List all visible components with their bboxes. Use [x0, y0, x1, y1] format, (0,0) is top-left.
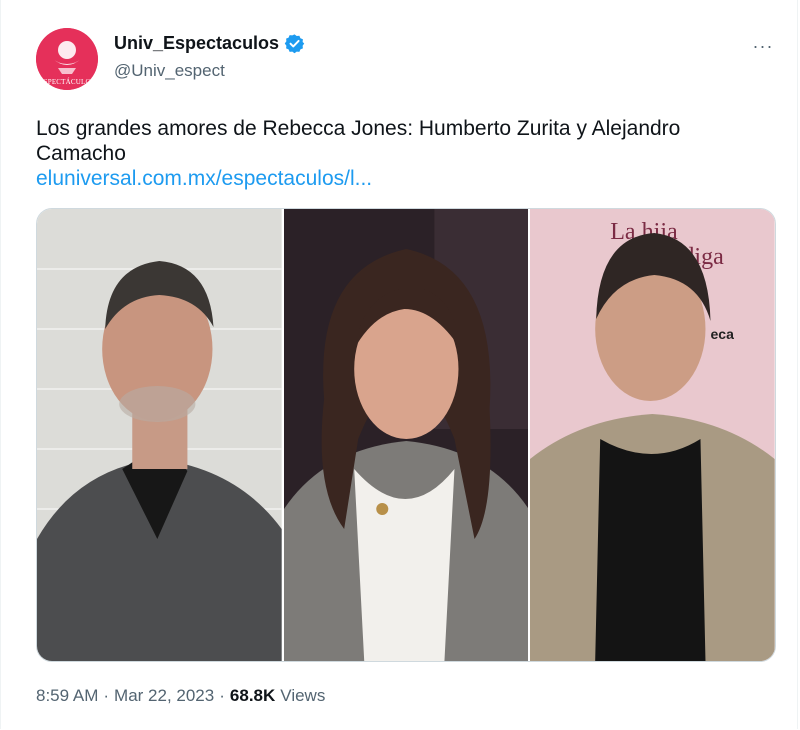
avatar-logo-text: ESPECTÁCULOS [39, 78, 95, 86]
photo-1[interactable] [37, 209, 282, 661]
views-label: Views [280, 686, 326, 705]
meta-separator-2: · [219, 686, 225, 705]
author-display-name[interactable]: Univ_Espectaculos [114, 33, 279, 54]
tweet-card: ESPECTÁCULOS Univ_Espectaculos @Univ_esp… [0, 0, 798, 729]
tweet-time[interactable]: 8:59 AM [36, 686, 98, 706]
media-grid: La hija pródiga eca [36, 208, 776, 662]
tweet-meta: 8:59 AM · Mar 22, 2023 · 68.8K Views [36, 686, 325, 706]
tweet-text: Los grandes amores de Rebecca Jones: Hum… [36, 117, 681, 165]
author-handle[interactable]: @Univ_espect [114, 61, 225, 81]
views-count: 68.8K [229, 686, 276, 705]
photo-3[interactable]: La hija pródiga eca [530, 209, 775, 661]
more-options-button[interactable]: ··· [749, 34, 777, 58]
author-name-row: Univ_Espectaculos [114, 33, 305, 54]
photo-3-sign-side: eca [711, 326, 735, 342]
photo-2[interactable] [283, 209, 529, 661]
verified-badge-icon[interactable] [284, 33, 305, 54]
tweet-link[interactable]: eluniversal.com.mx/espectaculos/l... [36, 166, 372, 191]
tweet-date[interactable]: Mar 22, 2023 [114, 686, 214, 706]
avatar[interactable]: ESPECTÁCULOS [36, 28, 98, 90]
meta-separator: · [103, 686, 110, 705]
